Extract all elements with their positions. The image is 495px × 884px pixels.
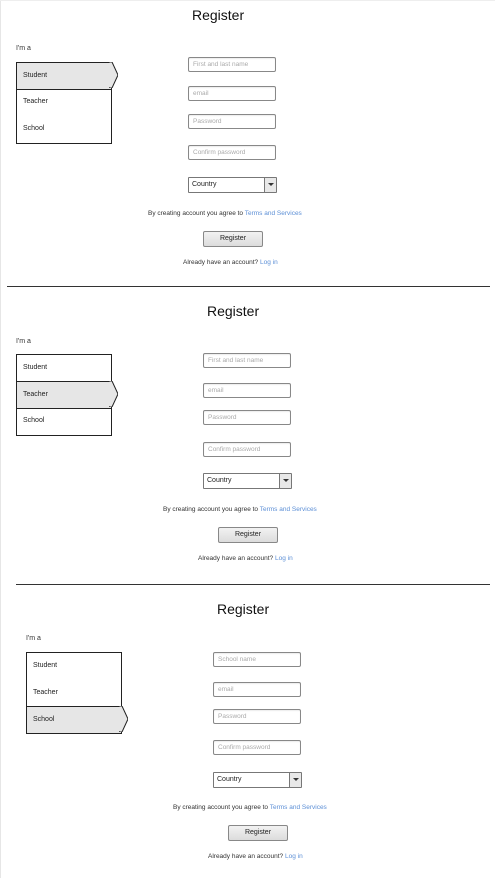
terms-prefix: By creating account you agree to <box>173 804 269 811</box>
terms-text: By creating account you agree to Terms a… <box>148 210 302 217</box>
role-option-label: Teacher <box>33 689 58 696</box>
page-title: Register <box>192 7 245 23</box>
role-option-student[interactable]: Student <box>27 653 121 679</box>
login-link[interactable]: Log in <box>285 853 303 860</box>
role-option-label: Student <box>33 662 58 669</box>
register-button-label: Register <box>244 829 272 836</box>
login-link[interactable]: Log in <box>260 259 278 266</box>
section-divider <box>7 286 490 287</box>
role-option-school[interactable]: School <box>17 408 111 434</box>
register-form-teacher: Register I'm a Student Teacher School Fi… <box>0 296 495 586</box>
name-field[interactable]: First and last name <box>203 353 291 368</box>
role-option-label: Student <box>23 72 48 79</box>
chevron-down-icon[interactable] <box>279 474 291 488</box>
country-value: Country <box>192 181 217 188</box>
terms-link[interactable]: Terms and Services <box>270 804 327 811</box>
confirm-password-field[interactable]: Confirm password <box>203 442 291 457</box>
placeholder: School name <box>218 656 256 663</box>
placeholder: Confirm password <box>193 149 246 156</box>
country-value: Country <box>217 776 242 783</box>
name-field[interactable]: First and last name <box>188 57 276 72</box>
role-option-student[interactable]: Student <box>17 62 118 90</box>
role-list: Student Teacher School <box>16 62 118 144</box>
placeholder: Password <box>193 118 222 125</box>
role-option-teacher[interactable]: Teacher <box>17 89 111 115</box>
login-prefix: Already have an account? <box>208 853 284 860</box>
register-button-label: Register <box>219 235 247 242</box>
email-field[interactable]: email <box>203 383 291 398</box>
role-list: Student Teacher School <box>16 354 118 436</box>
role-option-label: Teacher <box>23 391 48 398</box>
login-prompt: Already have an account? Log in <box>198 555 293 562</box>
terms-link[interactable]: Terms and Services <box>245 210 302 217</box>
password-field[interactable]: Password <box>213 709 301 724</box>
register-button[interactable]: Register <box>228 825 288 841</box>
role-option-teacher[interactable]: Teacher <box>17 381 118 409</box>
role-label: I'm a <box>16 338 31 345</box>
placeholder: First and last name <box>208 357 264 364</box>
role-option-label: School <box>23 417 45 424</box>
placeholder: Confirm password <box>218 744 271 751</box>
placeholder: Password <box>208 414 237 421</box>
terms-text: By creating account you agree to Terms a… <box>163 506 317 513</box>
school-name-field[interactable]: School name <box>213 652 301 667</box>
role-option-label: Student <box>23 364 48 371</box>
page-title: Register <box>207 303 260 319</box>
role-option-label: School <box>33 716 55 723</box>
page-title: Register <box>217 601 270 617</box>
register-button[interactable]: Register <box>203 231 263 247</box>
login-prompt: Already have an account? Log in <box>208 853 303 860</box>
placeholder: email <box>208 387 224 394</box>
password-field[interactable]: Password <box>188 114 276 129</box>
role-option-school[interactable]: School <box>17 116 111 142</box>
section-divider <box>16 584 490 585</box>
confirm-password-field[interactable]: Confirm password <box>213 740 301 755</box>
role-option-label: Teacher <box>23 98 48 105</box>
role-list: Student Teacher School <box>26 652 128 734</box>
selected-arrow-icon <box>119 706 128 732</box>
terms-prefix: By creating account you agree to <box>163 506 259 513</box>
register-button[interactable]: Register <box>218 527 278 543</box>
email-field[interactable]: email <box>213 682 301 697</box>
placeholder: Confirm password <box>208 446 261 453</box>
register-button-label: Register <box>234 531 262 538</box>
password-field[interactable]: Password <box>203 410 291 425</box>
confirm-password-field[interactable]: Confirm password <box>188 145 276 160</box>
login-prefix: Already have an account? <box>198 555 274 562</box>
login-prompt: Already have an account? Log in <box>183 259 278 266</box>
role-label: I'm a <box>16 45 31 52</box>
login-link[interactable]: Log in <box>275 555 293 562</box>
chevron-down-icon[interactable] <box>264 178 276 192</box>
login-prefix: Already have an account? <box>183 259 259 266</box>
country-select[interactable]: Country <box>213 772 302 788</box>
country-select[interactable]: Country <box>203 473 292 489</box>
country-value: Country <box>207 477 232 484</box>
email-field[interactable]: email <box>188 86 276 101</box>
placeholder: email <box>218 686 234 693</box>
register-form-school: Register I'm a Student Teacher School Sc… <box>0 594 495 884</box>
register-form-student: Register I'm a Student Teacher School Fi… <box>0 0 495 290</box>
role-option-school[interactable]: School <box>27 706 128 733</box>
selected-arrow-icon <box>109 381 118 407</box>
terms-link[interactable]: Terms and Services <box>260 506 317 513</box>
placeholder: Password <box>218 713 247 720</box>
placeholder: First and last name <box>193 61 249 68</box>
role-option-student[interactable]: Student <box>17 355 111 381</box>
selected-arrow-icon <box>109 62 118 88</box>
terms-text: By creating account you agree to Terms a… <box>173 804 327 811</box>
role-option-teacher[interactable]: Teacher <box>27 680 121 706</box>
role-option-label: School <box>23 125 45 132</box>
country-select[interactable]: Country <box>188 177 277 193</box>
chevron-down-icon[interactable] <box>289 773 301 787</box>
terms-prefix: By creating account you agree to <box>148 210 244 217</box>
placeholder: email <box>193 90 209 97</box>
role-label: I'm a <box>26 635 41 642</box>
